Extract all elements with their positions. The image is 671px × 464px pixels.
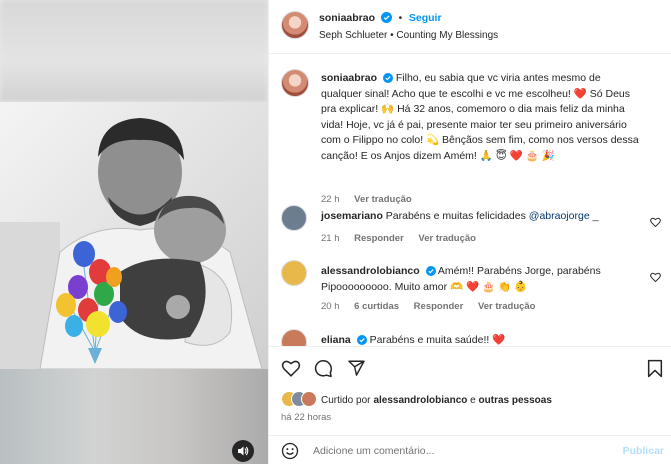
comment-text-block: eliana Parabéns e muita saúde!! ❤️ xyxy=(321,333,633,346)
commenter-avatar[interactable] xyxy=(281,205,307,231)
comment-username[interactable]: eliana xyxy=(321,334,351,346)
media-blur-bottom xyxy=(0,369,268,464)
post-media[interactable] xyxy=(0,0,268,464)
caption-username[interactable]: soniaabrao xyxy=(321,72,377,84)
follow-button[interactable]: Seguir xyxy=(409,12,442,24)
audio-attribution[interactable]: Seph Schlueter • Counting My Blessings xyxy=(319,30,498,41)
comment-text-block: josemariano Parabéns e muitas felicidade… xyxy=(321,209,633,225)
save-bookmark-icon[interactable] xyxy=(647,359,663,378)
comment-meta: 20 h 6 curtidas Responder Ver tradução xyxy=(321,301,548,312)
caption-text-block: soniaabrao Filho, eu sabia que vc viria … xyxy=(321,71,641,164)
verified-badge-icon xyxy=(356,335,367,345)
emoji-smiley-icon[interactable] xyxy=(281,442,299,460)
comments-section[interactable]: soniaabrao Filho, eu sabia que vc viria … xyxy=(269,55,671,346)
liker-avatar xyxy=(301,391,317,407)
comment-time: 21 h xyxy=(321,233,340,244)
comment-text: Parabéns e muita saúde!! ❤️ xyxy=(369,334,506,346)
like-comment-heart-icon[interactable] xyxy=(650,217,661,227)
post-details-panel: soniaabrao • Seguir Seph Schlueter • Cou… xyxy=(268,0,671,464)
verified-badge-icon xyxy=(382,73,393,83)
post-header: soniaabrao • Seguir Seph Schlueter • Cou… xyxy=(269,0,671,54)
comment-item: eliana Parabéns e muita saúde!! ❤️ xyxy=(281,329,661,346)
post-timestamp[interactable]: há 22 horas xyxy=(281,412,331,423)
author-username[interactable]: soniaabrao xyxy=(319,12,375,24)
verified-badge-icon xyxy=(425,266,436,276)
comment-text-block: alessandrolobianco Amém!! Parabéns Jorge… xyxy=(321,264,633,295)
liked-by-summary[interactable]: Curtido por alessandrolobianco e outras … xyxy=(281,391,552,409)
liked-by-user-link[interactable]: alessandrolobianco xyxy=(373,395,467,406)
caption-translate-link[interactable]: Ver tradução xyxy=(354,194,412,205)
comment-time: 20 h xyxy=(321,301,340,312)
comment-item: josemariano Parabéns e muitas felicidade… xyxy=(281,205,661,255)
comment-likes-count[interactable]: 6 curtidas xyxy=(354,301,399,312)
comment-mention-link[interactable]: @abraojorge xyxy=(529,210,590,222)
comment-input[interactable] xyxy=(313,442,603,460)
like-comment-heart-icon[interactable] xyxy=(650,272,661,282)
post-actions: Curtido por alessandrolobianco e outras … xyxy=(269,346,671,464)
post-photo[interactable] xyxy=(0,102,268,369)
liked-by-prefix: Curtido por xyxy=(321,394,371,406)
header-separator: • xyxy=(398,13,403,24)
comment-meta: 21 h Responder Ver tradução xyxy=(321,233,488,244)
caption-text: Filho, eu sabia que vc viria antes mesmo… xyxy=(321,72,639,162)
speaker-icon xyxy=(238,446,249,456)
comment-translate-link[interactable]: Ver tradução xyxy=(418,233,476,244)
caption-time[interactable]: 22 h xyxy=(321,194,340,205)
comment-username[interactable]: alessandrolobianco xyxy=(321,265,420,277)
comment-text: Parabéns e muitas felicidades xyxy=(385,210,526,222)
commenter-avatar[interactable] xyxy=(281,329,307,346)
comment-item: alessandrolobianco Amém!! Parabéns Jorge… xyxy=(281,260,661,318)
comment-bubble-icon[interactable] xyxy=(314,359,333,378)
publish-button[interactable]: Publicar xyxy=(623,445,664,457)
mute-button[interactable] xyxy=(232,440,254,462)
add-comment-bar: Publicar xyxy=(269,435,671,464)
commenter-avatar[interactable] xyxy=(281,260,307,286)
instagram-post-modal: soniaabrao • Seguir Seph Schlueter • Cou… xyxy=(0,0,671,464)
like-heart-icon[interactable] xyxy=(281,359,301,377)
comment-translate-link[interactable]: Ver tradução xyxy=(478,301,536,312)
liked-by-middle: e xyxy=(467,394,479,406)
caption-author-avatar[interactable] xyxy=(281,69,309,97)
verified-badge-icon xyxy=(380,12,392,23)
share-send-icon[interactable] xyxy=(347,359,366,377)
comment-username[interactable]: josemariano xyxy=(321,210,383,222)
comment-reply-button[interactable]: Responder xyxy=(414,301,464,312)
comment-reply-button[interactable]: Responder xyxy=(354,233,404,244)
liked-by-others-link[interactable]: outras pessoas xyxy=(479,395,552,406)
caption-meta: 22 h Ver tradução xyxy=(321,194,412,205)
photo-illustration xyxy=(0,102,268,369)
comment-suffix: _ xyxy=(589,210,599,222)
author-line: soniaabrao • Seguir xyxy=(319,12,442,24)
author-avatar[interactable] xyxy=(281,11,309,39)
liked-by-avatars xyxy=(281,391,317,409)
media-blur-top xyxy=(0,0,268,102)
